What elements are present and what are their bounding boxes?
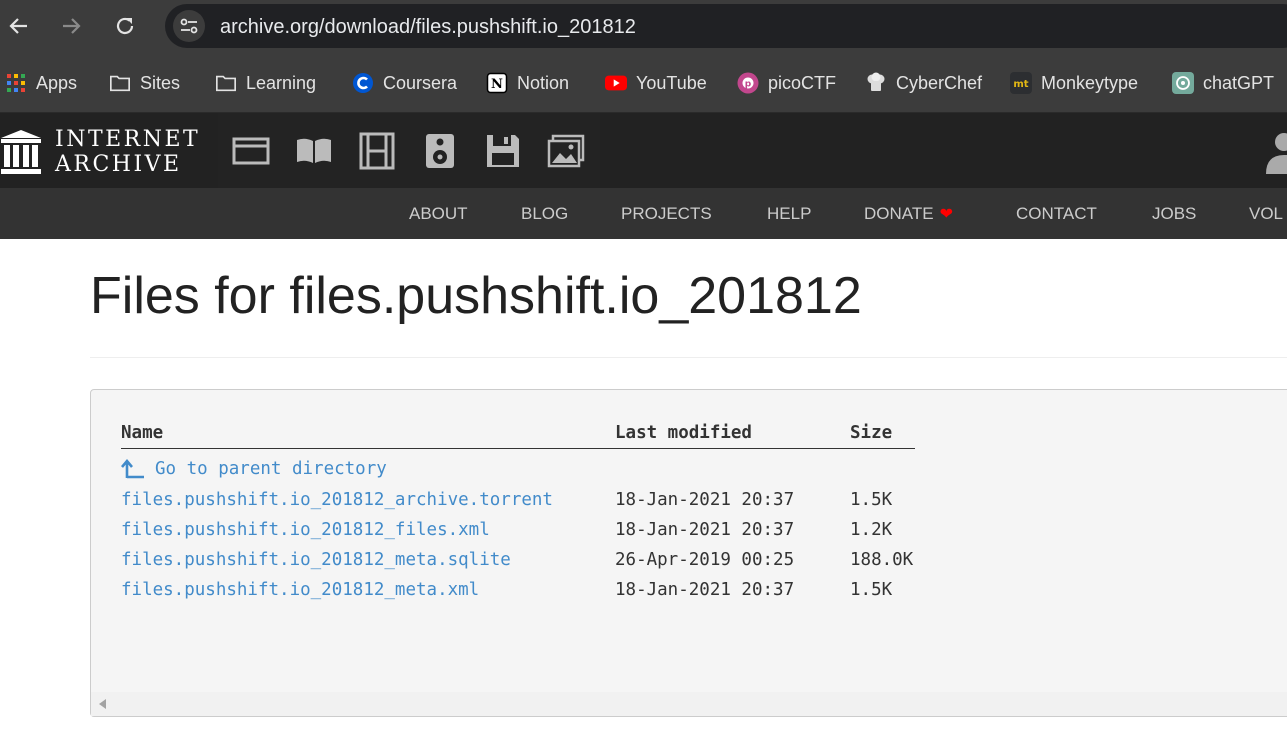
title-divider	[90, 357, 1287, 358]
bookmark-apps[interactable]: Apps	[5, 70, 77, 96]
apps-grid-icon	[5, 72, 27, 94]
internet-archive-logo[interactable]: INTERNET ARCHIVE	[0, 127, 200, 177]
file-size: 1.5K	[850, 490, 893, 510]
youtube-icon	[605, 72, 627, 94]
nav-contact[interactable]: CONTACT	[1016, 204, 1097, 224]
bookmark-monkeytype[interactable]: mt Monkeytype	[1010, 70, 1138, 96]
logo-line-archive: ARCHIVE	[55, 152, 182, 177]
bookmark-notion[interactable]: N Notion	[486, 70, 569, 96]
bookmark-coursera[interactable]: Coursera	[352, 70, 457, 96]
site-info-button[interactable]	[173, 10, 205, 42]
file-size: 188.0K	[850, 550, 914, 570]
column-header-last-modified[interactable]: Last modified	[615, 423, 752, 443]
bookmark-label: Monkeytype	[1041, 72, 1139, 93]
nav-help[interactable]: HELP	[767, 204, 811, 224]
software-icon[interactable]	[483, 133, 523, 169]
column-header-size[interactable]: Size	[850, 423, 892, 443]
column-header-name[interactable]: Name	[121, 423, 163, 443]
bookmark-label: Sites	[140, 72, 181, 93]
picoctf-icon: p	[737, 72, 759, 94]
file-modified: 18-Jan-2021 20:37	[615, 490, 795, 510]
parent-directory-link[interactable]: Go to parent directory	[121, 458, 387, 480]
nav-projects[interactable]: PROJECTS	[621, 204, 712, 224]
tune-icon	[180, 18, 198, 34]
horizontal-scrollbar[interactable]	[91, 692, 1287, 716]
file-listing: Name Last modified Size Go to parent dir…	[90, 389, 1287, 717]
cyberchef-icon	[865, 72, 887, 94]
file-modified: 18-Jan-2021 20:37	[615, 580, 795, 600]
heart-icon: ❤	[939, 206, 953, 223]
notion-icon: N	[486, 72, 508, 94]
bookmark-picoctf[interactable]: p picoCTF	[737, 70, 836, 96]
browser-toolbar: archive.org/download/files.pushshift.io_…	[0, 0, 1287, 52]
bookmarks-bar: Apps Sites Learning Coursera N Notion Yo…	[0, 52, 1287, 113]
up-arrow-icon	[121, 458, 144, 479]
arrow-left-icon	[9, 18, 27, 34]
address-bar[interactable]: archive.org/download/files.pushshift.io_…	[165, 4, 1287, 48]
file-link[interactable]: files.pushshift.io_201812_meta.sqlite	[121, 550, 511, 570]
archive-building-icon	[1, 130, 41, 174]
file-modified: 26-Apr-2019 00:25	[615, 550, 795, 570]
nav-about[interactable]: ABOUT	[409, 204, 468, 224]
video-icon[interactable]	[357, 132, 397, 170]
page-title: Files for files.pushshift.io_201812	[90, 267, 862, 325]
bookmark-label: Learning	[246, 72, 317, 93]
texts-icon[interactable]	[294, 133, 334, 169]
folder-icon	[109, 72, 131, 94]
ia-secondary-nav: ABOUT BLOG PROJECTS HELP DONATE ❤ CONTACT…	[0, 188, 1287, 239]
file-link[interactable]: files.pushshift.io_201812_meta.xml	[121, 580, 479, 600]
logo-text: INTERNET ARCHIVE	[55, 127, 200, 177]
logo-line-internet: INTERNET	[55, 127, 201, 152]
svg-text:mt: mt	[1013, 79, 1028, 90]
web-icon[interactable]	[231, 133, 271, 169]
bookmark-label: picoCTF	[768, 72, 837, 93]
audio-icon[interactable]	[420, 133, 460, 169]
coursera-icon	[352, 72, 374, 94]
nav-donate-label: DONATE	[864, 204, 934, 223]
svg-text:p: p	[745, 80, 752, 90]
bookmark-label: Apps	[36, 72, 78, 93]
file-size: 1.5K	[850, 580, 893, 600]
back-button[interactable]	[5, 12, 33, 40]
bookmark-youtube[interactable]: YouTube	[605, 70, 707, 96]
nav-jobs[interactable]: JOBS	[1152, 204, 1196, 224]
nav-donate[interactable]: DONATE ❤	[864, 204, 953, 224]
parent-directory-label: Go to parent directory	[155, 459, 387, 479]
bookmark-label: chatGPT	[1203, 72, 1275, 93]
file-modified: 18-Jan-2021 20:37	[615, 520, 795, 540]
scroll-left-icon[interactable]	[99, 699, 107, 709]
chatgpt-icon	[1172, 72, 1194, 94]
forward-button[interactable]	[57, 12, 85, 40]
nav-blog[interactable]: BLOG	[521, 204, 568, 224]
file-size: 1.2K	[850, 520, 893, 540]
url-text: archive.org/download/files.pushshift.io_…	[220, 16, 636, 38]
bookmark-label: CyberChef	[896, 72, 983, 93]
arrow-right-icon	[63, 18, 81, 34]
bookmark-cyberchef[interactable]: CyberChef	[865, 70, 982, 96]
bookmark-chatgpt[interactable]: chatGPT	[1172, 70, 1274, 96]
media-type-nav	[218, 113, 600, 188]
file-link[interactable]: files.pushshift.io_201812_archive.torren…	[121, 490, 553, 510]
svg-text:N: N	[491, 77, 503, 92]
header-rule	[121, 448, 915, 449]
user-account-icon[interactable]	[1262, 129, 1287, 175]
folder-icon	[215, 72, 237, 94]
bookmark-label: Coursera	[383, 72, 458, 93]
bookmark-label: YouTube	[636, 72, 707, 93]
reload-icon	[116, 17, 134, 35]
images-icon[interactable]	[546, 133, 586, 169]
bookmark-label: Notion	[517, 72, 570, 93]
bookmark-learning[interactable]: Learning	[215, 70, 316, 96]
bookmark-sites[interactable]: Sites	[109, 70, 180, 96]
monkeytype-icon: mt	[1010, 72, 1032, 94]
file-link[interactable]: files.pushshift.io_201812_files.xml	[121, 520, 490, 540]
nav-volunteer[interactable]: VOL	[1249, 204, 1283, 224]
reload-button[interactable]	[111, 12, 139, 40]
ia-top-nav: INTERNET ARCHIVE	[0, 113, 1287, 188]
